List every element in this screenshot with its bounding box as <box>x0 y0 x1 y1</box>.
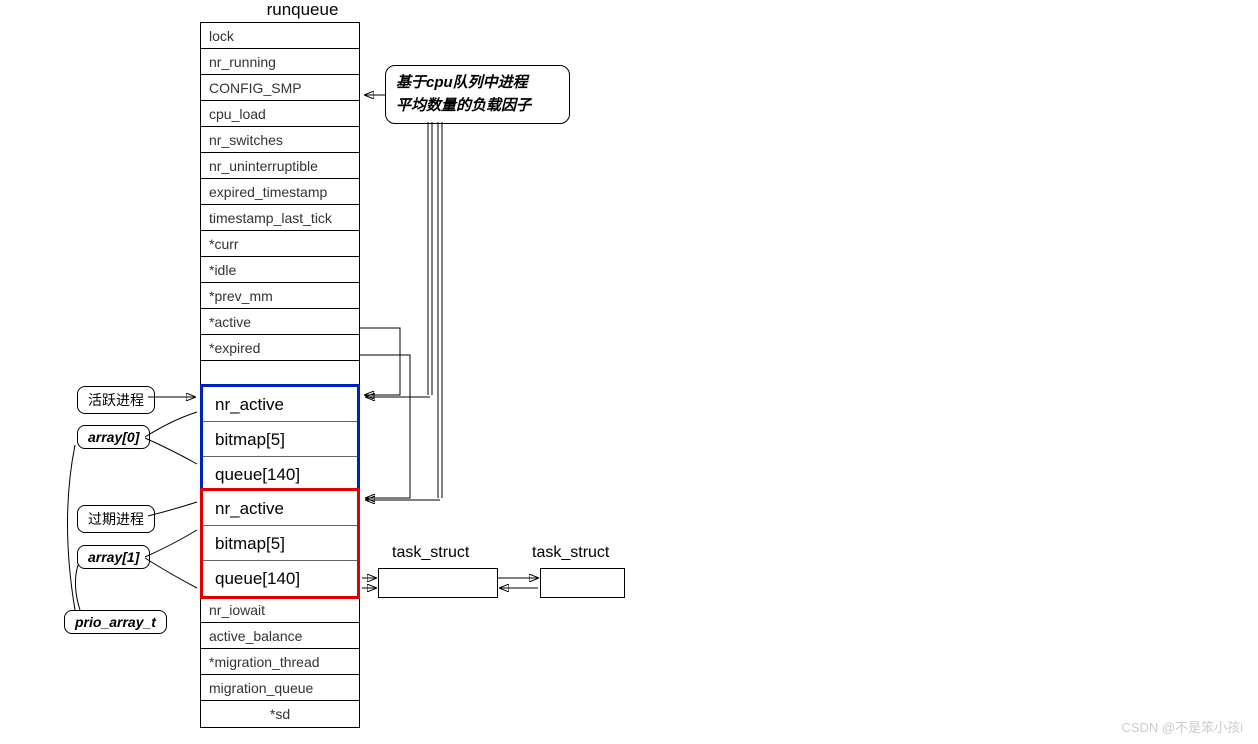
field-curr: *curr <box>201 231 359 257</box>
connector-lines <box>0 0 1258 744</box>
task-struct-label-1: task_struct <box>392 544 469 562</box>
field-nr-uninterruptible: nr_uninterruptible <box>201 153 359 179</box>
field-migration-queue: migration_queue <box>201 675 359 701</box>
watermark: CSDN @不是笨小孩i <box>1121 717 1243 736</box>
label-prio-array: prio_array_t <box>64 610 167 634</box>
active-array-box: nr_active bitmap[5] queue[140] <box>200 384 360 495</box>
field-sd: *sd <box>201 701 359 727</box>
field-lock: lock <box>201 23 359 49</box>
field-active: *active <box>201 309 359 335</box>
field-nr-iowait: nr_iowait <box>201 597 359 623</box>
field-migration-thread: *migration_thread <box>201 649 359 675</box>
label-array1: array[1] <box>77 545 150 569</box>
expired-bitmap: bitmap[5] <box>203 526 357 561</box>
field-config-smp: CONFIG_SMP <box>201 75 359 101</box>
label-expired-proc: 过期进程 <box>77 505 155 533</box>
field-expired: *expired <box>201 335 359 361</box>
field-prev-mm: *prev_mm <box>201 283 359 309</box>
field-timestamp-last-tick: timestamp_last_tick <box>201 205 359 231</box>
task-struct-label-2: task_struct <box>532 544 609 562</box>
field-idle: *idle <box>201 257 359 283</box>
label-active-proc: 活跃进程 <box>77 386 155 414</box>
callout-line1: 基于cpu队列中进程 <box>396 72 559 95</box>
label-array0: array[0] <box>77 425 150 449</box>
expired-array-box: nr_active bitmap[5] queue[140] <box>200 488 360 599</box>
expired-nr-active: nr_active <box>203 491 357 526</box>
active-nr-active: nr_active <box>203 387 357 422</box>
field-expired-timestamp: expired_timestamp <box>201 179 359 205</box>
runqueue-struct: lock nr_running CONFIG_SMP cpu_load nr_s… <box>200 22 360 728</box>
field-active-balance: active_balance <box>201 623 359 649</box>
field-cpu-load: cpu_load <box>201 101 359 127</box>
active-bitmap: bitmap[5] <box>203 422 357 457</box>
callout-line2: 平均数量的负载因子 <box>396 95 559 118</box>
diagram-title: runqueue <box>225 0 380 20</box>
task-struct-box-2 <box>540 568 625 598</box>
field-nr-running: nr_running <box>201 49 359 75</box>
expired-queue: queue[140] <box>203 561 357 596</box>
task-struct-box-1 <box>378 568 498 598</box>
cpu-load-callout: 基于cpu队列中进程 平均数量的负载因子 <box>385 65 570 124</box>
field-nr-switches: nr_switches <box>201 127 359 153</box>
active-queue: queue[140] <box>203 457 357 492</box>
